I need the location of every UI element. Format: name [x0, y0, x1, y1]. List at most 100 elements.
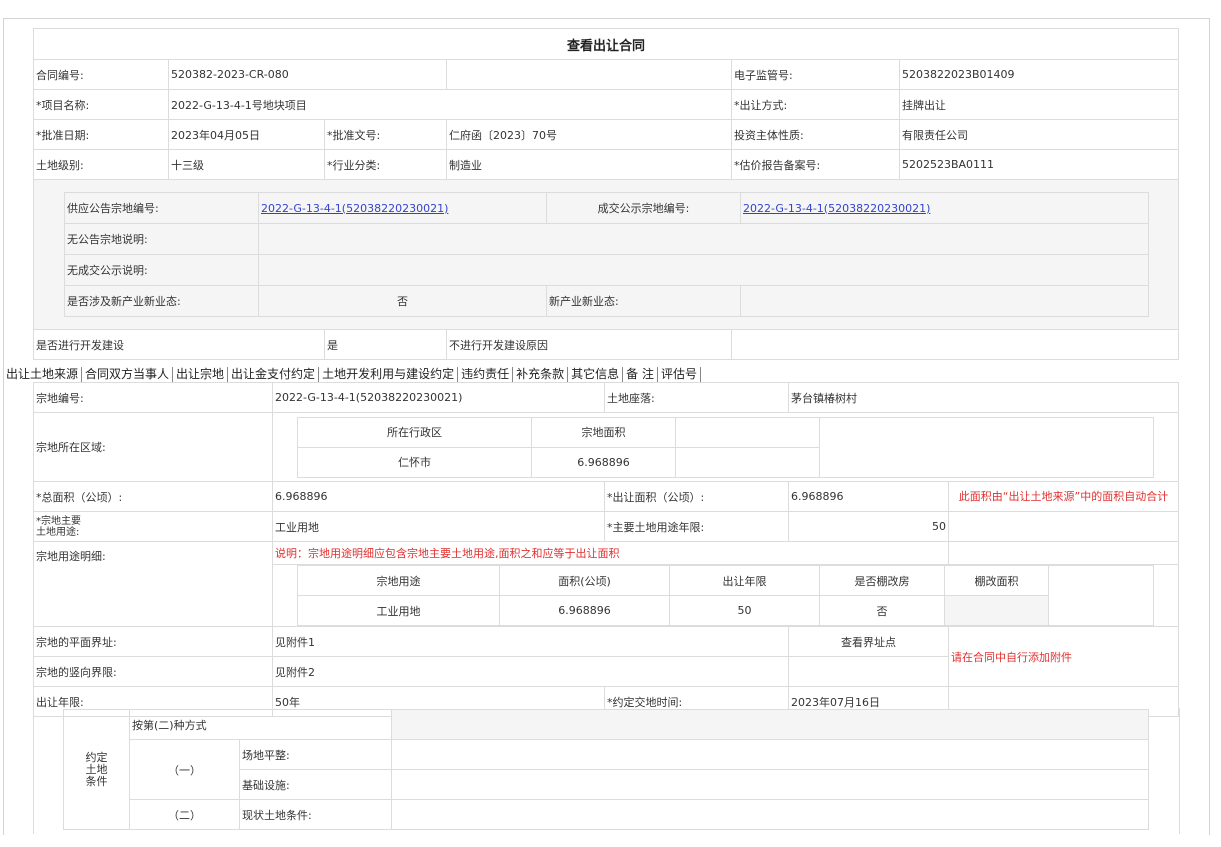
supervise-no-value: 5203822023B01409 — [898, 59, 1180, 90]
notice-table: 供应公告宗地编号: 2022-G-13-4-1(52038220230021) … — [64, 192, 1149, 317]
use-row-type: 工业用地 — [297, 595, 500, 626]
condition-two: （二） — [129, 799, 240, 830]
region-area-value: 6.968896 — [531, 446, 676, 478]
tab-supplement[interactable]: 补充条款 — [513, 367, 569, 382]
empty-cell — [1048, 565, 1154, 626]
no-develop-reason-value — [730, 329, 1180, 360]
investor-type-label: 投资主体性质: — [731, 119, 900, 150]
condition-one: （一） — [129, 739, 240, 800]
total-area-value: 6.968896 — [272, 481, 605, 512]
develop-label: 是否进行开发建设 — [33, 329, 325, 360]
project-name-value: 2022-G-13-4-1号地块项目 — [168, 89, 732, 120]
attach-note: 请在合同中自行添加附件 — [948, 626, 1179, 687]
use-head-years: 出让年限 — [669, 565, 820, 596]
region-admin-value: 仁怀市 — [297, 446, 532, 478]
region-cell: 所在行政区 宗地面积 仁怀市 6.968896 — [272, 412, 1179, 482]
industry-label: *行业分类: — [324, 149, 447, 180]
use-row-years: 50 — [669, 595, 820, 626]
empty-cell — [446, 59, 732, 90]
approve-date-label: *批准日期: — [33, 119, 169, 150]
plane-boundary-value: 见附件1 — [272, 626, 789, 657]
empty-cell — [391, 709, 1149, 740]
condition-side-label: 约定 土地 条件 — [63, 709, 130, 830]
no-deal-label: 无成交公示说明: — [64, 254, 259, 286]
estimate-no-value: 5202523BA0111 — [898, 149, 1180, 180]
use-row-shantytown: 否 — [819, 595, 945, 626]
sell-method-value: 挂牌出让 — [898, 89, 1180, 120]
new-format-value — [740, 285, 1149, 317]
land-level-label: 土地级别: — [33, 149, 169, 180]
empty-cell — [675, 416, 820, 448]
use-head-shantytown-area: 棚改面积 — [944, 565, 1049, 596]
page-title: 查看出让合同 — [32, 28, 1180, 60]
no-notice-value — [258, 223, 1149, 255]
region-head-admin: 所在行政区 — [297, 416, 532, 448]
parcel-no-label: 宗地编号: — [33, 382, 273, 413]
deal-notice-link[interactable]: 2022-G-13-4-1(52038220230021) — [743, 202, 930, 215]
tab-sold-parcel[interactable]: 出让宗地 — [173, 367, 229, 382]
area-note: 此面积由“出让土地来源”中的面积自动合计 — [948, 481, 1179, 512]
use-row-shantytown-area — [944, 595, 1049, 626]
plane-boundary-label: 宗地的平面界址: — [33, 626, 273, 657]
empty-cell — [788, 656, 949, 687]
main-use-value: 工业用地 — [272, 511, 605, 542]
location-value: 茅台镇椿树村 — [788, 382, 1179, 413]
vertical-boundary-value: 见附件2 — [272, 656, 789, 687]
use-detail-table: 宗地用途 面积(公顷) 出让年限 是否棚改房 棚改面积 工业用地 6.96889… — [297, 565, 1154, 626]
parcel-no-value: 2022-G-13-4-1(52038220230021) — [272, 382, 605, 413]
tab-parties[interactable]: 合同双方当事人 — [82, 367, 174, 382]
no-develop-reason-label: 不进行开发建设原因 — [446, 329, 732, 360]
use-head-type: 宗地用途 — [297, 565, 500, 596]
develop-value: 是 — [324, 329, 447, 360]
main-years-label: *主要土地用途年限: — [604, 511, 789, 542]
main-use-label: *宗地主要 土地用途: — [33, 511, 273, 542]
investor-type-value: 有限责任公司 — [898, 119, 1180, 150]
tab-remarks[interactable]: 备 注 — [623, 367, 658, 382]
supervise-no-label: 电子监管号: — [731, 59, 900, 90]
new-format-label: 新产业新业态: — [546, 285, 741, 317]
land-level-value: 十三级 — [168, 149, 325, 180]
use-head-shantytown: 是否棚改房 — [819, 565, 945, 596]
condition-table: 约定 土地 条件 按第(二)种方式 （一） 场地平整: 基础设施: （二） 现状… — [63, 709, 1149, 830]
site-leveling-value — [391, 739, 1149, 770]
tab-land-source[interactable]: 出让土地来源 — [3, 367, 83, 382]
new-industry-value: 否 — [258, 285, 547, 317]
sell-area-value: 6.968896 — [788, 481, 949, 512]
tab-development[interactable]: 土地开发利用与建设约定 — [319, 367, 459, 382]
current-condition-value — [391, 799, 1149, 830]
supply-notice-label: 供应公告宗地编号: — [64, 192, 259, 224]
tab-payment[interactable]: 出让金支付约定 — [228, 367, 320, 382]
infrastructure-value — [391, 769, 1149, 800]
tab-bar: 出让土地来源 合同双方当事人 出让宗地 出让金支付约定 土地开发利用与建设约定 违约责任补… — [3, 367, 701, 382]
current-condition-label: 现状土地条件: — [239, 799, 392, 830]
tab-other-info[interactable]: 其它信息 — [568, 367, 624, 382]
region-head-area: 宗地面积 — [531, 416, 676, 448]
total-area-label: *总面积（公顷）: — [33, 481, 273, 512]
notice-section: 供应公告宗地编号: 2022-G-13-4-1(52038220230021) … — [32, 179, 1180, 330]
new-industry-label: 是否涉及新产业新业态: — [64, 285, 259, 317]
no-deal-value — [258, 254, 1149, 286]
empty-cell — [819, 416, 1154, 478]
view-points-button[interactable]: 查看界址点 — [788, 626, 949, 657]
condition-method: 按第(二)种方式 — [129, 709, 392, 740]
sell-area-label: *出让面积（公顷）: — [604, 481, 789, 512]
industry-value: 制造业 — [446, 149, 732, 180]
use-head-area: 面积(公顷) — [499, 565, 670, 596]
sell-method-label: *出让方式: — [731, 89, 900, 120]
parcel-table: 宗地编号: 2022-G-13-4-1(52038220230021) 土地座落… — [33, 382, 1179, 717]
supply-notice-link[interactable]: 2022-G-13-4-1(52038220230021) — [261, 202, 448, 215]
tab-liability[interactable]: 违约责任 — [458, 367, 514, 382]
region-table: 所在行政区 宗地面积 仁怀市 6.968896 — [297, 416, 1154, 478]
infrastructure-label: 基础设施: — [239, 769, 392, 800]
main-years-value: 50 — [788, 511, 949, 542]
approve-doc-label: *批准文号: — [324, 119, 447, 150]
use-detail-cell: 宗地用途 面积(公顷) 出让年限 是否棚改房 棚改面积 工业用地 6.96889… — [272, 564, 1179, 627]
empty-cell — [675, 446, 820, 478]
location-label: 土地座落: — [604, 382, 789, 413]
approve-doc-value: 仁府函〔2023〕70号 — [446, 119, 732, 150]
project-name-label: *项目名称: — [33, 89, 169, 120]
empty-cell — [948, 541, 1179, 565]
contract-table: 查看出让合同 合同编号: 520382-2023-CR-080 电子监管号: 5… — [32, 28, 1180, 360]
tab-estimate-no[interactable]: 评估号 — [658, 367, 701, 382]
no-notice-label: 无公告宗地说明: — [64, 223, 259, 255]
